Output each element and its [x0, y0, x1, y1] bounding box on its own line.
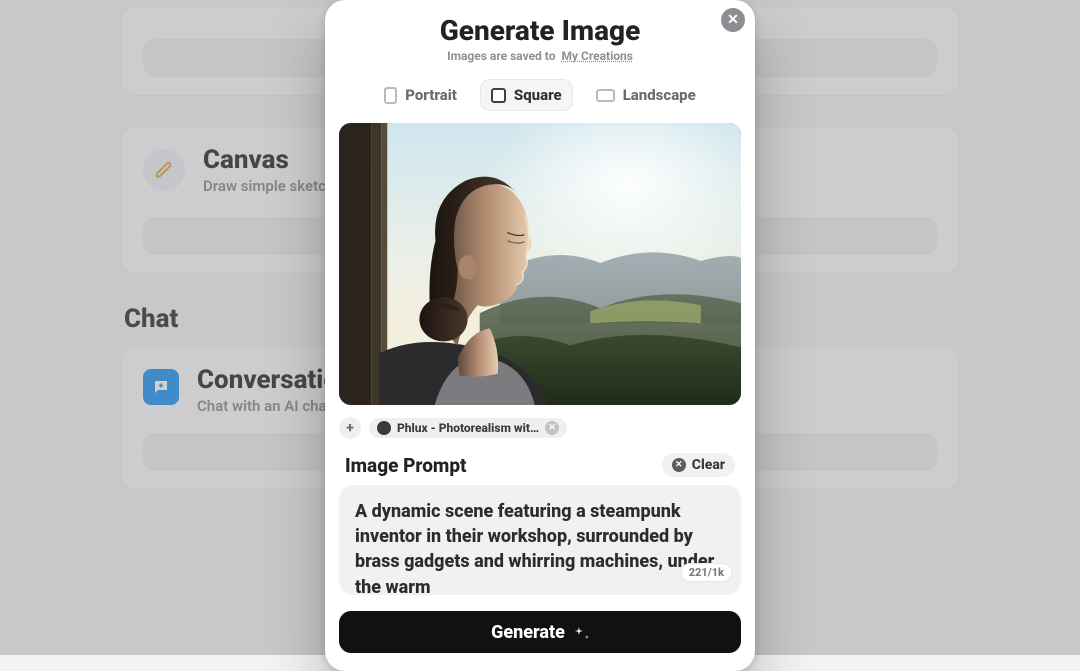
- aspect-square[interactable]: Square: [480, 79, 573, 111]
- modal-subtitle: Images are saved to My Creations: [339, 49, 741, 63]
- generate-button[interactable]: Generate: [339, 611, 741, 653]
- modal-subtitle-prefix: Images are saved to: [447, 49, 555, 63]
- char-count: 221/1k: [682, 564, 731, 581]
- aspect-square-label: Square: [514, 86, 562, 104]
- square-icon: [491, 88, 506, 103]
- landscape-icon: [596, 89, 615, 102]
- clear-prompt-button[interactable]: ✕ Clear: [662, 453, 735, 477]
- remove-style-button[interactable]: ✕: [545, 421, 559, 435]
- style-dot-icon: [377, 421, 391, 435]
- style-chip-row: + Phlux - Photorealism wit… ✕: [339, 417, 741, 439]
- style-chip-label: Phlux - Photorealism wit…: [397, 421, 539, 435]
- plus-icon: +: [346, 420, 354, 436]
- aspect-landscape[interactable]: Landscape: [585, 79, 707, 111]
- prompt-text: A dynamic scene featuring a steampunk in…: [355, 499, 725, 595]
- sparkle-icon: [575, 625, 589, 639]
- aspect-portrait[interactable]: Portrait: [373, 79, 468, 111]
- close-icon: ✕: [727, 12, 739, 28]
- prompt-label: Image Prompt: [345, 454, 467, 477]
- clear-label: Clear: [692, 457, 725, 473]
- aspect-landscape-label: Landscape: [623, 86, 696, 104]
- style-chip[interactable]: Phlux - Photorealism wit… ✕: [369, 418, 567, 438]
- portrait-icon: [384, 87, 397, 104]
- generate-image-modal: ✕ Generate Image Images are saved to My …: [325, 0, 755, 671]
- clear-icon: ✕: [672, 458, 686, 472]
- aspect-portrait-label: Portrait: [405, 86, 457, 104]
- close-button[interactable]: ✕: [721, 8, 745, 32]
- add-style-button[interactable]: +: [339, 417, 361, 439]
- generate-label: Generate: [491, 622, 565, 643]
- aspect-ratio-row: Portrait Square Landscape: [339, 79, 741, 111]
- modal-title: Generate Image: [339, 14, 741, 47]
- preview-image: [339, 123, 741, 405]
- prompt-textarea[interactable]: A dynamic scene featuring a steampunk in…: [339, 485, 741, 595]
- my-creations-link[interactable]: My Creations: [561, 49, 632, 63]
